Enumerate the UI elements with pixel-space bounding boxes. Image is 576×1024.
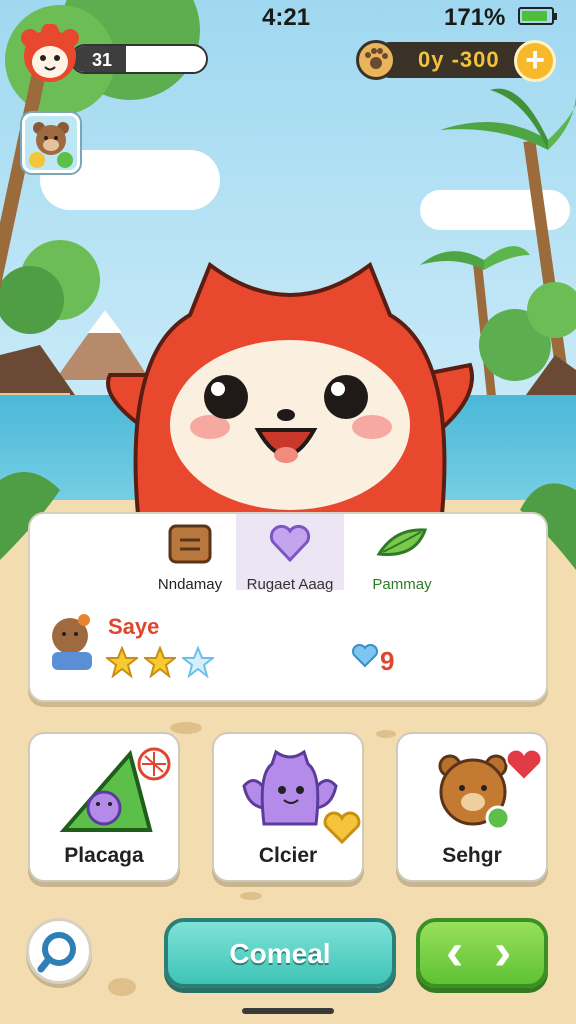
heart-icon <box>269 524 311 563</box>
currency-value: 0y -300 <box>418 47 500 72</box>
pet-hearts: 9 <box>351 643 394 676</box>
star-filled-icon <box>144 646 176 678</box>
player-avatar-icon[interactable] <box>20 24 80 86</box>
star-filled-icon <box>106 646 138 678</box>
chevron-left-icon[interactable]: ‹ <box>446 924 463 980</box>
mascot-character[interactable] <box>100 255 480 535</box>
pyramid-icon <box>59 747 171 832</box>
comeal-button[interactable]: Comeal <box>164 918 396 988</box>
battery-percent: 171% <box>444 4 506 31</box>
sand-pebble <box>376 730 396 738</box>
pet-avatar-icon <box>52 614 92 670</box>
tab-nndamay[interactable]: Nndamay <box>138 514 242 593</box>
tab-rugaet-aaag[interactable]: Rugaet Aaag <box>236 514 344 593</box>
battery-icon <box>518 7 557 25</box>
card-placaga[interactable]: Placaga <box>28 732 180 882</box>
tab-label: Pammay <box>372 576 432 593</box>
paw-coin-icon <box>356 40 396 80</box>
search-icon <box>37 932 76 973</box>
star-empty-icon <box>182 646 214 678</box>
card-label: Sehgr <box>442 844 502 867</box>
pet-info-panel: Nndamay Rugaet Aaag Pammay Saye 9 <box>28 512 548 702</box>
leaf-icon <box>376 528 428 556</box>
sand-pebble <box>108 978 136 996</box>
player-xp-bar: 31 <box>70 44 208 74</box>
chest-icon <box>168 524 212 564</box>
player-level: 31 <box>92 50 113 70</box>
tab-label: Nndamay <box>157 576 223 593</box>
hearts-count: 9 <box>380 646 395 676</box>
search-button[interactable] <box>26 918 92 984</box>
card-label: Placaga <box>64 844 144 867</box>
bear-icon <box>29 122 73 168</box>
card-sehgr[interactable]: Sehgr <box>396 732 548 882</box>
bear-icon <box>438 748 543 831</box>
sand-pebble <box>240 892 262 900</box>
card-label: Clcier <box>258 844 318 867</box>
comeal-button-label: Comeal <box>229 938 331 969</box>
chevron-right-icon[interactable]: › <box>494 924 511 980</box>
tab-label: Rugaet Aaag <box>246 576 334 593</box>
companion-portrait[interactable] <box>22 113 80 173</box>
home-indicator <box>242 1008 334 1014</box>
purple-cat-icon <box>242 749 361 844</box>
status-time: 4:21 <box>262 4 311 31</box>
sand-pebble <box>170 722 202 734</box>
tab-pammay[interactable]: Pammay <box>350 514 454 593</box>
prev-next-button[interactable]: ‹ › <box>416 918 548 988</box>
heart-icon <box>351 643 379 668</box>
pet-name: Saye <box>108 614 160 639</box>
battery-fill <box>522 11 547 21</box>
add-currency-button[interactable]: + <box>514 40 556 82</box>
card-clcier[interactable]: Clcier <box>212 732 364 882</box>
